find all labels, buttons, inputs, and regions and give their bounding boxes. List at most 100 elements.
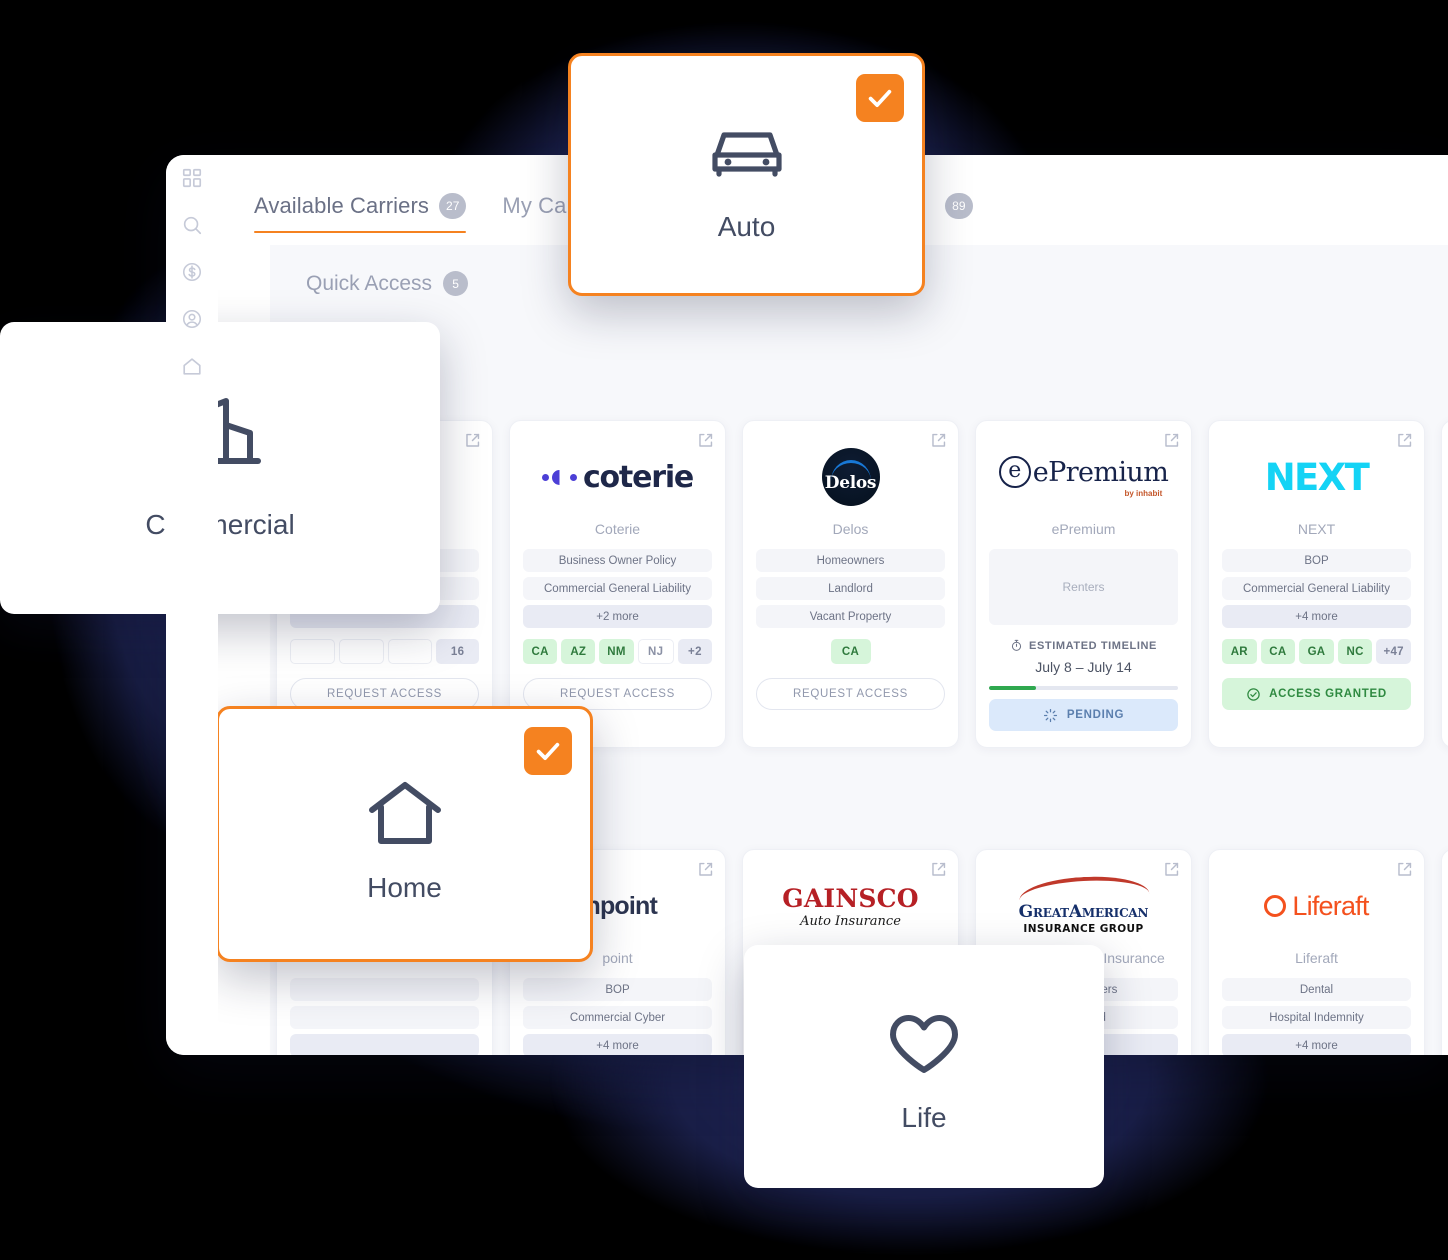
external-link-icon[interactable] [1163,861,1180,878]
state-chip-more[interactable]: +47 [1376,639,1411,664]
carrier-grid-row-1: 16 REQUEST ACCESS coterie Coterie Busine… [276,420,1448,748]
carrier-logo-delos: Delos [756,439,945,515]
granted-label: ACCESS GRANTED [1269,688,1387,700]
external-link-icon[interactable] [697,861,714,878]
category-card-auto[interactable]: Auto [568,53,925,296]
carrier-name: ePremium [1051,521,1116,537]
home-icon[interactable] [179,353,205,379]
line-of-business-more[interactable]: +4 more [1222,1034,1411,1055]
tab-label: Available Carriers [254,193,430,218]
external-link-icon[interactable] [930,861,947,878]
state-chip-list: 16 [290,639,479,664]
state-chip: AR [1222,639,1257,664]
state-chip-more[interactable]: 16 [436,639,479,664]
logo-wordmark: Delos [824,473,877,493]
check-circle-icon [1246,687,1261,702]
progress-bar [989,686,1178,690]
tab-third[interactable]: 89 [945,193,973,233]
logo-subtext: INSURANCE GROUP [1023,923,1144,935]
category-card-home[interactable]: Home [216,706,593,962]
external-link-icon[interactable] [1396,861,1413,878]
line-of-business: Vacant Property [756,605,945,628]
carrier-card-epremium[interactable]: ePremium by inhabit ePremium Renters [975,420,1192,748]
carrier-logo-coterie: coterie [523,439,712,515]
line-of-business-more[interactable]: +4 more [1222,605,1411,628]
quick-access-title: Quick Access [306,271,433,295]
request-access-button[interactable]: REQUEST ACCESS [756,678,945,710]
category-card-life[interactable]: Life [744,945,1104,1188]
carrier-name: NEXT [1297,521,1336,537]
logo-wordmark: coterie [582,459,694,495]
estimated-timeline: ESTIMATED TIMELINE July 8 – July 14 [989,639,1178,675]
category-label: Auto [717,210,776,242]
external-link-icon[interactable] [697,432,714,449]
dashboard-grid-icon[interactable] [179,165,205,191]
logo-subtext: Auto Insurance [800,913,901,929]
carrier-card-next[interactable]: NEXT NEXT BOP Commercial General Liabili… [1208,420,1425,748]
carrier-card-delos[interactable]: Delos Delos Homeowners Landlord Vacant P… [742,420,959,748]
spinner-icon [1043,708,1058,723]
logo-wordmark: Liferaft [1292,890,1369,921]
line-of-business [290,1006,479,1029]
state-chip-list: CA AZ NM NJ +2 [523,639,713,664]
state-chip-list: CA [756,639,945,664]
line-of-business: Homeowners [756,549,945,572]
external-link-icon[interactable] [1396,432,1413,449]
carrier-logo-epremium: ePremium by inhabit [989,439,1178,515]
carrier-card[interactable] [1441,849,1448,1055]
line-of-business: Business Owner Policy [523,549,712,572]
tab-badge: 27 [439,193,467,219]
state-chip: NC [1337,639,1373,664]
line-of-business: BOP [1222,549,1411,572]
carrier-card-liferaft[interactable]: Liferaft Liferaft Dental Hospital Indemn… [1208,849,1425,1055]
state-chip: AZ [561,639,596,664]
category-label: Home [367,872,442,903]
pending-label: PENDING [1066,709,1125,721]
line-of-business-more[interactable]: +4 more [523,1034,712,1055]
line-of-business-more[interactable] [290,1034,479,1055]
external-link-icon[interactable] [464,432,481,449]
user-circle-icon[interactable] [179,306,205,332]
tab-available-carriers[interactable]: Available Carriers 27 [254,193,467,233]
line-of-business [290,978,479,1001]
search-icon[interactable] [179,212,205,238]
line-of-business-more[interactable]: +2 more [523,605,712,628]
carrier-name: Liferaft [1295,950,1338,966]
logo-swoosh [1017,873,1150,905]
line-of-business: BOP [523,978,712,1001]
external-link-icon[interactable] [1163,432,1180,449]
dollar-circle-icon[interactable] [179,259,205,285]
state-chip-list: AR CA GA NC +47 [1222,639,1411,664]
carrier-card-coterie[interactable]: coterie Coterie Business Owner Policy Co… [509,420,726,748]
state-chip: CA [830,639,871,664]
line-of-business: Hospital Indemnity [1222,1006,1411,1029]
carrier-logo-liferaft: Liferaft [1222,868,1411,944]
category-card-commercial[interactable]: Commercial [0,322,440,614]
logo-wordmark: GAINSCO [782,883,919,913]
line-of-business: Commercial General Liability [523,577,712,600]
timeline-label: ESTIMATED TIMELINE [1029,639,1157,652]
car-icon [709,125,785,183]
line-of-business: Dental [1222,978,1411,1001]
sidebar [166,155,218,1055]
state-chip: CA [523,639,558,664]
access-granted-badge: ACCESS GRANTED [1222,678,1411,710]
selected-checkbox[interactable] [524,727,572,775]
state-chip: GA [1299,639,1334,664]
logo-wordmark: ePremium [1032,456,1169,488]
state-chip [387,639,433,664]
heart-icon [889,1014,959,1076]
state-chip: NM [599,639,634,664]
line-of-business: Commercial Cyber [523,1006,712,1029]
state-chip [290,639,335,664]
external-link-icon[interactable] [930,432,947,449]
carrier-name: Coterie [594,521,641,537]
timeline-dates: July 8 – July 14 [1035,659,1132,675]
state-chip-more[interactable]: +2 [677,639,713,664]
logo-wordmark: NEXT [1264,455,1370,499]
logo-wordmark: GreatAmerican [1018,902,1149,922]
carrier-logo-next: NEXT [1222,439,1411,515]
carrier-card[interactable] [1441,420,1448,748]
selected-checkbox[interactable] [856,74,904,122]
tab-badge: 89 [945,193,973,219]
